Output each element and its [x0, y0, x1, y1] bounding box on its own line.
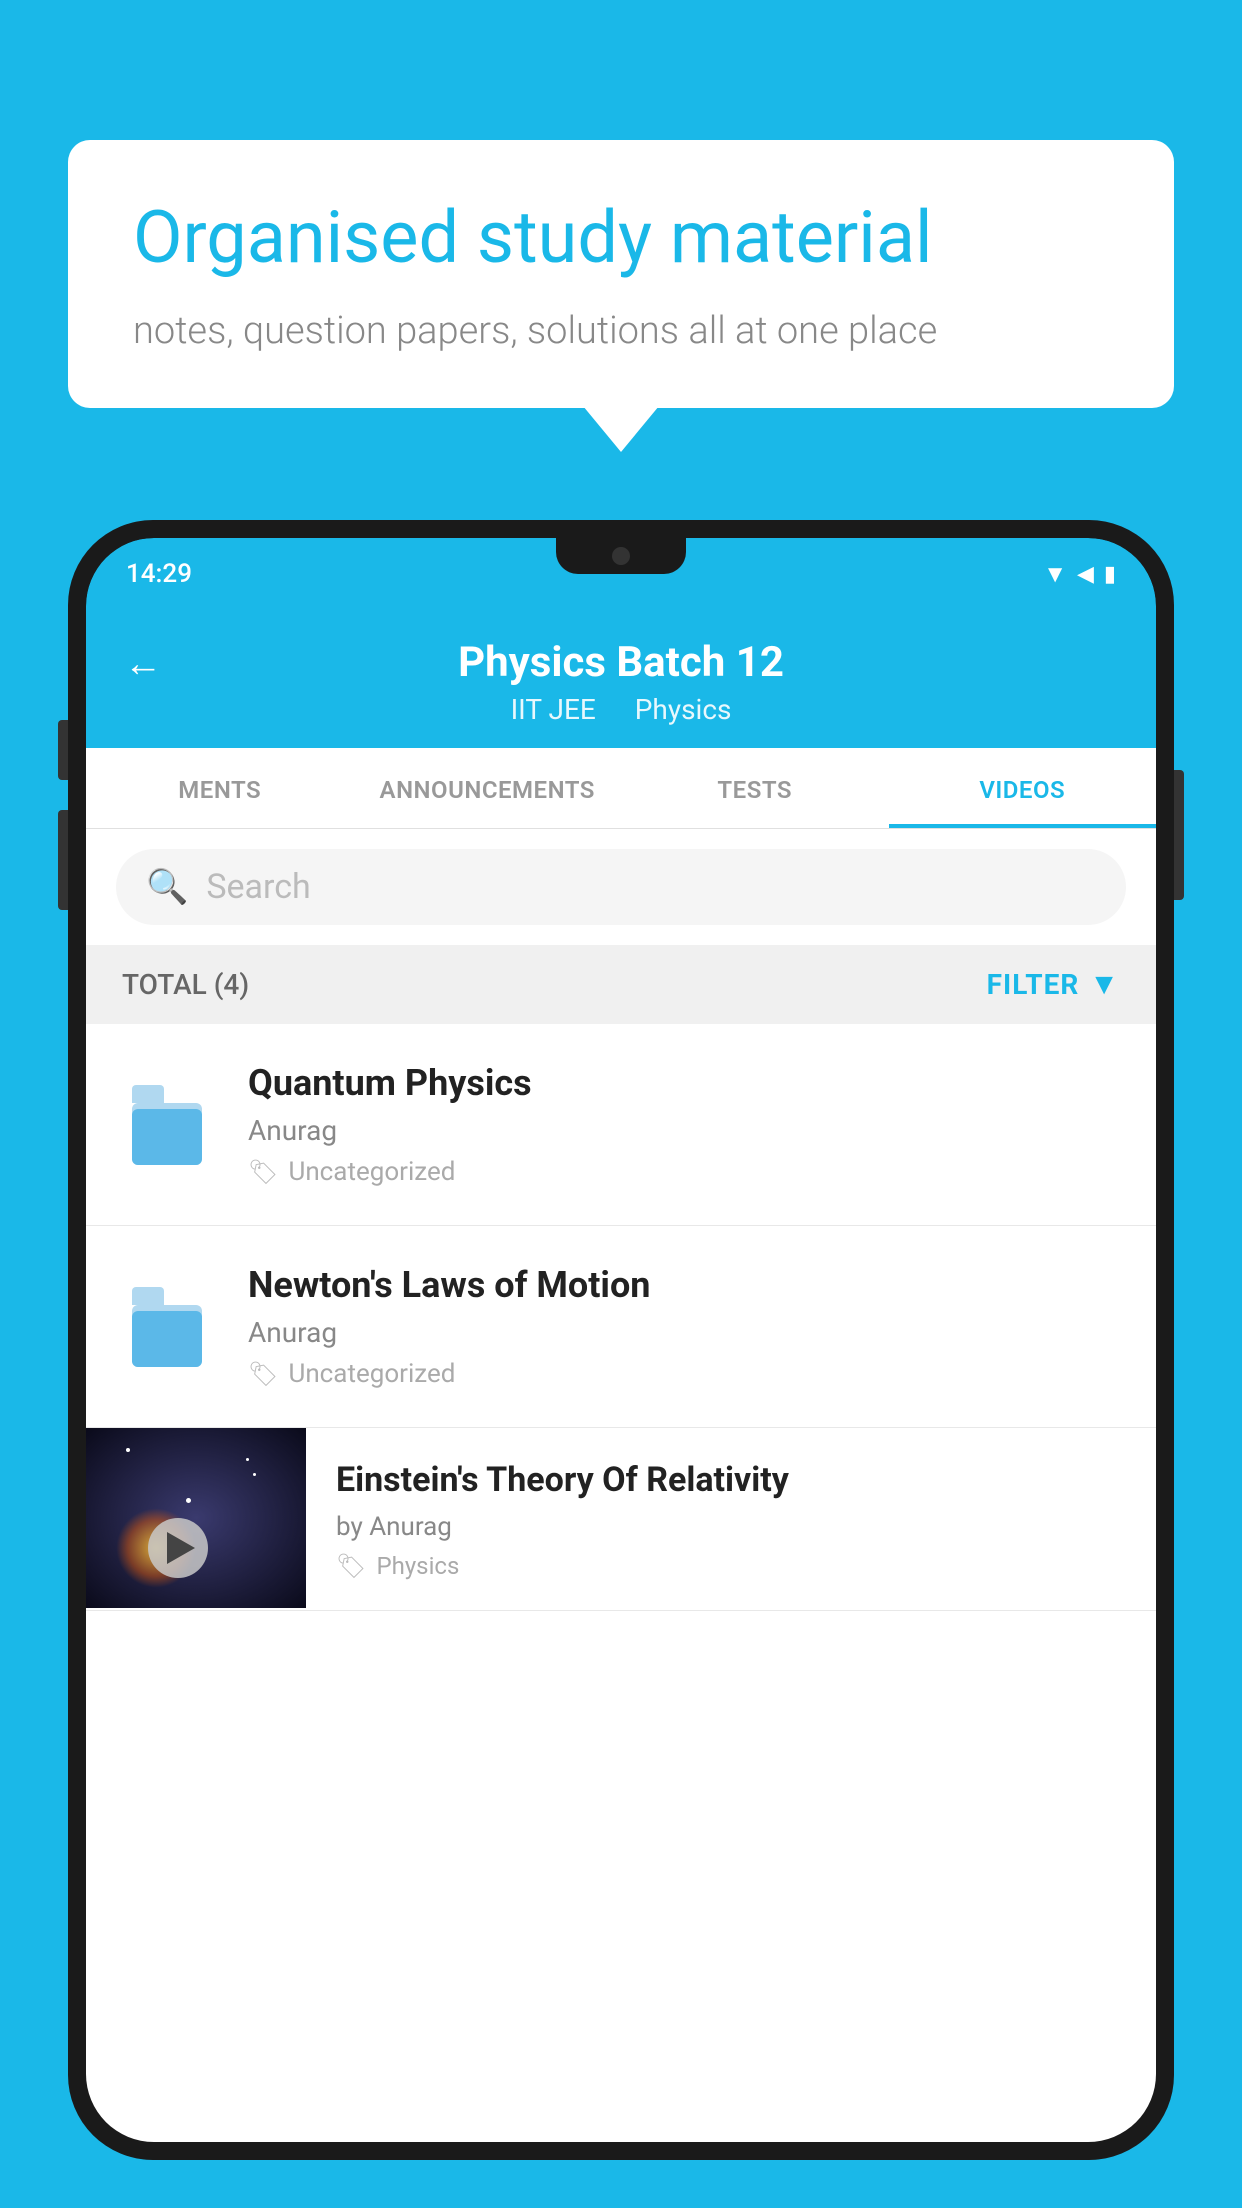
folder-icon — [132, 1287, 202, 1367]
back-button[interactable]: ← — [124, 642, 162, 686]
subtitle-part2: Physics — [635, 693, 732, 726]
tag-icon: 🏷 — [248, 1360, 278, 1388]
tab-announcements[interactable]: ANNOUNCEMENTS — [354, 748, 622, 828]
tag-label: Uncategorized — [288, 1157, 455, 1187]
search-bar[interactable]: 🔍 Search — [116, 849, 1126, 925]
phone-screen: 14:29 ▼ ◀ ▮ ← Physics Batch 12 IIT JEE P… — [86, 538, 1156, 2142]
phone-frame: 14:29 ▼ ◀ ▮ ← Physics Batch 12 IIT JEE P… — [68, 520, 1174, 2160]
list-item[interactable]: Einstein's Theory Of Relativity by Anura… — [86, 1428, 1156, 1611]
battery-icon: ▮ — [1104, 562, 1116, 587]
speech-bubble-heading: Organised study material — [133, 195, 1109, 281]
video-thumbnail — [86, 1428, 306, 1608]
search-icon: 🔍 — [146, 867, 188, 907]
status-icons: ▼ ◀ ▮ — [1043, 560, 1116, 589]
star-decoration — [126, 1448, 130, 1452]
video-title: Einstein's Theory Of Relativity — [336, 1458, 1126, 1502]
filter-label: FILTER — [987, 968, 1080, 1001]
video-title: Quantum Physics — [248, 1062, 1120, 1104]
subtitle-part1: IIT JEE — [511, 693, 596, 726]
tab-tests[interactable]: TESTS — [621, 748, 889, 828]
status-bar: 14:29 ▼ ◀ ▮ — [86, 538, 1156, 610]
search-bar-container: 🔍 Search — [86, 829, 1156, 945]
video-tag: 🏷 Physics — [336, 1552, 1126, 1580]
video-tag: 🏷 Uncategorized — [248, 1157, 1120, 1187]
video-list: Quantum Physics Anurag 🏷 Uncategorized — [86, 1024, 1156, 2142]
phone-mockup: 14:29 ▼ ◀ ▮ ← Physics Batch 12 IIT JEE P… — [68, 520, 1174, 2208]
app-subtitle: IIT JEE Physics — [503, 693, 740, 726]
star-decoration — [246, 1458, 249, 1461]
list-item[interactable]: Quantum Physics Anurag 🏷 Uncategorized — [86, 1024, 1156, 1226]
tab-videos[interactable]: VIDEOS — [889, 748, 1157, 828]
video-tag: 🏷 Uncategorized — [248, 1359, 1120, 1389]
signal-icon: ◀ — [1077, 562, 1094, 587]
video-info: Quantum Physics Anurag 🏷 Uncategorized — [248, 1062, 1120, 1187]
speech-bubble-subtext: notes, question papers, solutions all at… — [133, 309, 1109, 353]
phone-volume-up-button — [58, 720, 68, 780]
filter-button[interactable]: FILTER ▼ — [987, 967, 1120, 1002]
tag-icon: 🏷 — [336, 1552, 366, 1580]
thumbnail-bg — [86, 1428, 306, 1608]
phone-volume-down-button — [58, 810, 68, 910]
star-decoration — [253, 1473, 256, 1476]
star-decoration — [186, 1498, 191, 1503]
video-author: Anurag — [248, 1316, 1120, 1349]
tag-label: Physics — [376, 1552, 459, 1580]
phone-notch — [556, 538, 686, 574]
total-count: TOTAL (4) — [122, 968, 249, 1001]
tab-ments[interactable]: MENTS — [86, 748, 354, 828]
video-title: Newton's Laws of Motion — [248, 1264, 1120, 1306]
folder-icon — [132, 1085, 202, 1165]
video-info: Einstein's Theory Of Relativity by Anura… — [306, 1428, 1156, 1610]
camera-dot — [612, 547, 630, 565]
app-title: Physics Batch 12 — [458, 638, 784, 687]
tag-icon: 🏷 — [248, 1158, 278, 1186]
status-time: 14:29 — [126, 559, 192, 589]
wifi-icon: ▼ — [1043, 560, 1067, 589]
folder-icon-container — [122, 1287, 212, 1367]
speech-bubble-card: Organised study material notes, question… — [68, 140, 1174, 408]
filter-bar: TOTAL (4) FILTER ▼ — [86, 945, 1156, 1024]
search-input[interactable]: Search — [206, 867, 310, 907]
speech-bubble-section: Organised study material notes, question… — [68, 140, 1174, 408]
tab-bar: MENTS ANNOUNCEMENTS TESTS VIDEOS — [86, 748, 1156, 829]
video-info: Newton's Laws of Motion Anurag 🏷 Uncateg… — [248, 1264, 1120, 1389]
filter-icon: ▼ — [1089, 967, 1120, 1002]
tag-label: Uncategorized — [288, 1359, 455, 1389]
folder-icon-container — [122, 1085, 212, 1165]
play-icon — [167, 1532, 195, 1564]
video-author: by Anurag — [336, 1512, 1126, 1542]
app-header: ← Physics Batch 12 IIT JEE Physics — [86, 610, 1156, 748]
video-author: Anurag — [248, 1114, 1120, 1147]
play-button[interactable] — [148, 1518, 208, 1578]
list-item[interactable]: Newton's Laws of Motion Anurag 🏷 Uncateg… — [86, 1226, 1156, 1428]
phone-power-button — [1174, 770, 1184, 900]
